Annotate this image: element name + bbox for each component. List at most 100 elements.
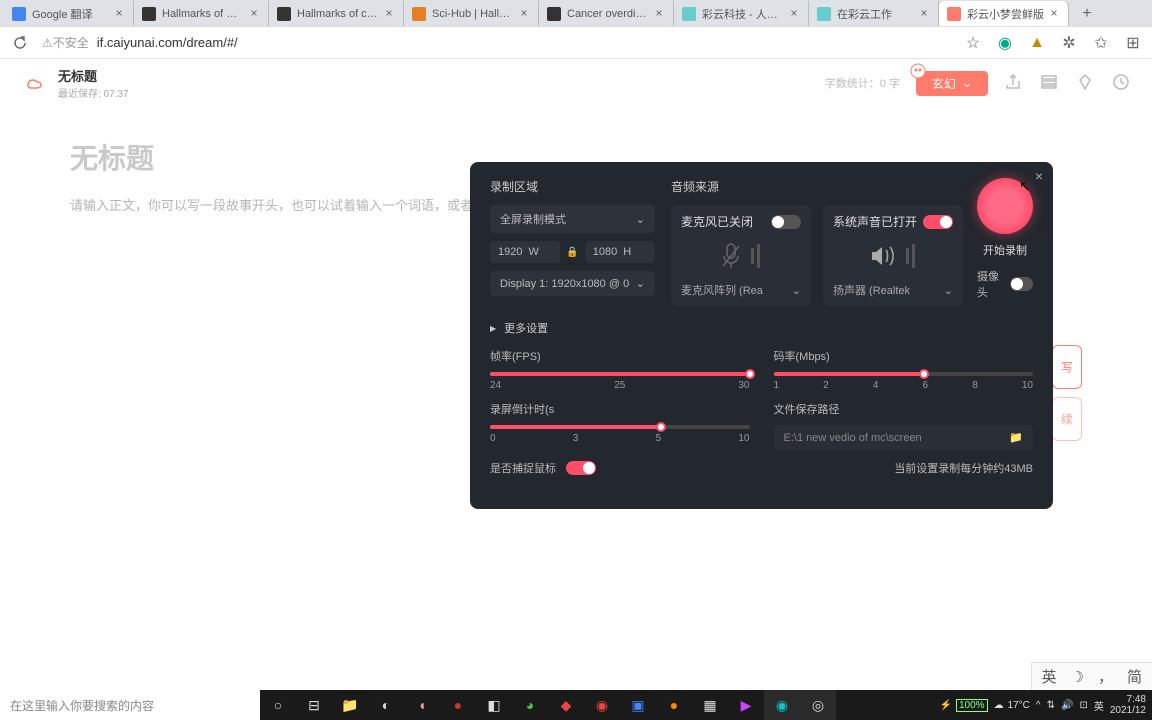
app-icon[interactable]: ▶	[728, 690, 764, 720]
more-settings-toggle[interactable]: ▶更多设置	[490, 320, 1033, 336]
chevron-down-icon: ⌄	[636, 213, 645, 226]
tick: 3	[573, 433, 579, 444]
extension-icon[interactable]: ◉	[996, 34, 1014, 52]
bitrate-slider[interactable]	[774, 372, 1034, 376]
browser-tab[interactable]: Hallmarks of Can…×	[134, 1, 269, 26]
browser-tab-active[interactable]: 彩云小梦尝鲜版×	[939, 1, 1069, 26]
display-select[interactable]: Display 1: 1920x1080 @ 0⌄	[490, 271, 655, 296]
star-icon[interactable]: ☆	[964, 34, 982, 52]
search-placeholder: 在这里输入你要搜索的内容	[10, 697, 154, 714]
battery-value: 100%	[956, 699, 988, 712]
app-icon[interactable]: ▦	[692, 690, 728, 720]
fps-slider[interactable]	[490, 372, 750, 376]
close-icon[interactable]: ×	[113, 8, 125, 20]
wifi-icon[interactable]: ⇅	[1047, 700, 1055, 711]
speaker-toggle[interactable]	[923, 215, 953, 229]
camera-toggle[interactable]	[1010, 277, 1033, 291]
speaker-device-select[interactable]: 扬声器 (Realtek ⌄	[833, 282, 953, 298]
capture-cursor-toggle[interactable]	[566, 461, 596, 475]
weather-indicator[interactable]: ☁17°C	[994, 700, 1030, 711]
close-icon[interactable]: ×	[383, 8, 395, 20]
edge-icon[interactable]: ◉	[764, 690, 800, 720]
save-path-input[interactable]: E:\1 new vedio of mc\screen📁	[774, 425, 1034, 450]
steam-icon[interactable]: ◐	[368, 690, 404, 720]
doc-title[interactable]: 无标题	[58, 66, 129, 85]
collections-icon[interactable]: ⊞	[1124, 34, 1142, 52]
close-icon[interactable]: ×	[1048, 8, 1060, 20]
lock-icon[interactable]: 🔒	[566, 247, 578, 258]
browser-tab[interactable]: 彩云科技 - 人工智…×	[674, 1, 809, 26]
explorer-icon[interactable]: 📁	[332, 690, 368, 720]
diamond-icon[interactable]	[1076, 73, 1096, 93]
security-badge[interactable]: ⚠ 不安全	[42, 34, 89, 51]
browser-tab[interactable]: 在彩云工作×	[809, 1, 939, 26]
app-icon[interactable]: ●	[440, 690, 476, 720]
app-icon[interactable]: ◆	[548, 690, 584, 720]
speaker-device-value: 扬声器 (Realtek	[833, 282, 910, 298]
badge-icon	[910, 63, 926, 79]
width-input[interactable]: 1920W	[490, 241, 560, 263]
chevron-down-icon: ⌄	[962, 76, 972, 90]
word-count: 字数统计：0 字	[825, 75, 900, 91]
weather-value: 17°C	[1008, 700, 1030, 711]
tray-chevron-icon[interactable]: ^	[1036, 700, 1041, 711]
system-tray: ⚡100% ☁17°C ^ ⇅ 🔊 ⊡ 英 7:482021/12	[940, 694, 1152, 716]
battery-indicator[interactable]: ⚡100%	[940, 699, 988, 712]
cortana-icon[interactable]: ○	[260, 690, 296, 720]
ime-lang[interactable]: 英	[1042, 666, 1057, 687]
wechat-icon[interactable]: ◕	[512, 690, 548, 720]
taskbar-search[interactable]: 在这里输入你要搜索的内容	[0, 690, 260, 720]
style-select-button[interactable]: 玄幻 ⌄	[916, 71, 988, 96]
ime-extra[interactable]: 简	[1127, 666, 1142, 687]
reload-icon[interactable]	[10, 33, 30, 53]
browser-tab[interactable]: Sci-Hub | Hallma…×	[404, 1, 539, 26]
height-value: 1080	[593, 246, 617, 258]
close-icon[interactable]: ×	[248, 8, 260, 20]
url-text[interactable]: if.caiyunai.com/dream/#/	[97, 35, 964, 50]
tick: 1	[774, 380, 780, 391]
chevron-down-icon: ⌄	[944, 284, 953, 297]
folder-icon[interactable]: 📁	[1009, 431, 1023, 444]
app-logo-icon[interactable]	[20, 69, 48, 97]
extension-icon[interactable]: ✲	[1060, 34, 1078, 52]
history-icon[interactable]	[1112, 73, 1132, 93]
close-icon[interactable]: ×	[518, 8, 530, 20]
countdown-slider[interactable]	[490, 425, 750, 429]
firefox-icon[interactable]: ●	[656, 690, 692, 720]
browser-tab[interactable]: Hallmarks of can…×	[269, 1, 404, 26]
close-icon[interactable]: ×	[1035, 168, 1043, 184]
app-icon[interactable]: ◧	[476, 690, 512, 720]
app-icon[interactable]: ◉	[584, 690, 620, 720]
browser-tab[interactable]: Google 翻译×	[4, 1, 134, 26]
taskview-icon[interactable]: ⊟	[296, 690, 332, 720]
record-mode-select[interactable]: 全屏录制模式⌄	[490, 205, 655, 233]
taskbar-clock[interactable]: 7:482021/12	[1110, 694, 1146, 716]
app-icon[interactable]: ▣	[620, 690, 656, 720]
tick: 2	[823, 380, 829, 391]
tick: 8	[972, 380, 978, 391]
start-record-button[interactable]	[977, 178, 1033, 234]
browser-tab-bar: Google 翻译× Hallmarks of Can…× Hallmarks …	[0, 0, 1152, 27]
close-icon[interactable]: ×	[918, 8, 930, 20]
browser-tab[interactable]: Cancer overdiagn…×	[539, 1, 674, 26]
new-tab-button[interactable]: +	[1075, 2, 1099, 26]
side-action-button[interactable]: 续	[1052, 397, 1082, 441]
tray-icon[interactable]: ⊡	[1079, 700, 1087, 711]
share-icon[interactable]	[1004, 73, 1024, 93]
mic-toggle[interactable]	[771, 215, 801, 229]
app-icon[interactable]: ◖	[404, 690, 440, 720]
layout-icon[interactable]	[1040, 73, 1060, 93]
obs-icon[interactable]: ◎	[800, 690, 836, 720]
volume-icon[interactable]: 🔊	[1061, 700, 1073, 711]
ime-bar[interactable]: 英 ☽ ， 简	[1031, 662, 1152, 690]
mic-device-select[interactable]: 麦克风阵列 (Rea⌄	[681, 282, 801, 298]
ime-indicator[interactable]: 英	[1094, 698, 1104, 713]
moon-icon[interactable]: ☽	[1071, 668, 1084, 686]
side-action-button[interactable]: 写	[1052, 345, 1082, 389]
close-icon[interactable]: ×	[788, 8, 800, 20]
height-input[interactable]: 1080H	[585, 241, 655, 263]
favorites-icon[interactable]: ✩	[1092, 34, 1110, 52]
comma-icon[interactable]: ，	[1098, 666, 1113, 687]
extension-icon[interactable]: ▲	[1028, 34, 1046, 52]
close-icon[interactable]: ×	[653, 8, 665, 20]
